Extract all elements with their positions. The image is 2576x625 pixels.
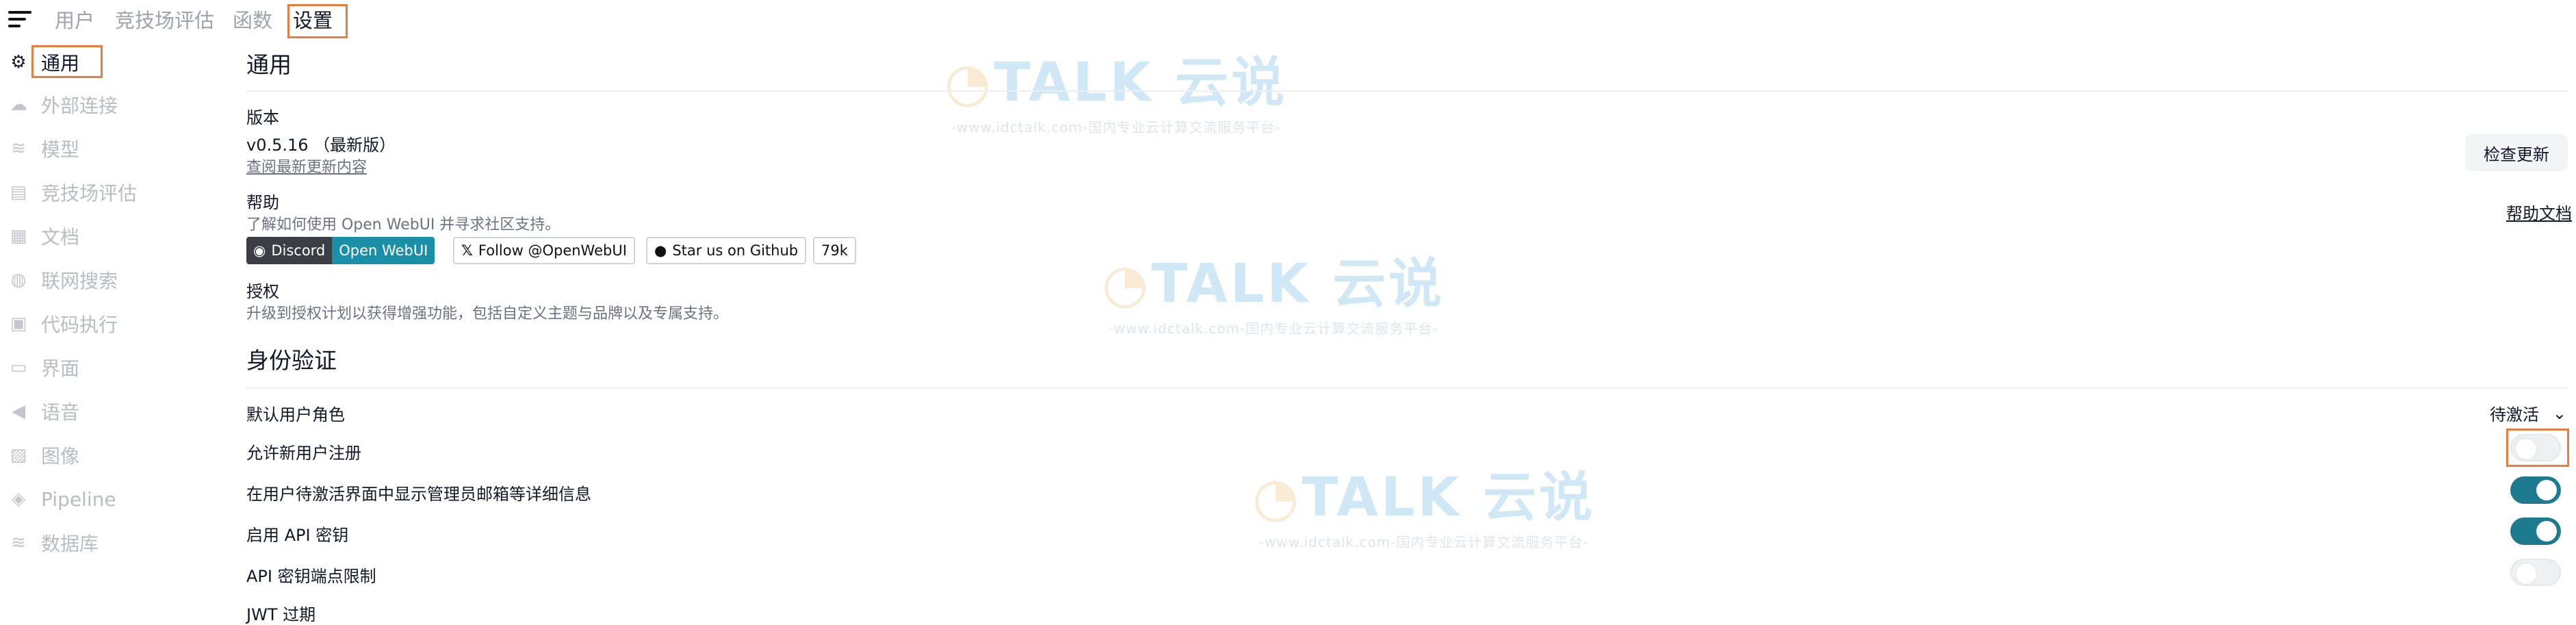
divider bbox=[246, 387, 2568, 389]
jwt-expiry-label: JWT 过期 bbox=[246, 605, 316, 624]
gear-icon: ⚙ bbox=[10, 52, 27, 73]
chevron-down-icon: ⌄ bbox=[2552, 403, 2566, 423]
sidebar-item-interface[interactable]: ▭ 界面 bbox=[8, 352, 79, 383]
discord-icon: ◉ bbox=[253, 242, 266, 259]
show-admin-details-toggle[interactable] bbox=[2510, 476, 2561, 504]
sidebar-item-arena[interactable]: ▤ 竞技场评估 bbox=[8, 177, 137, 208]
sidebar-item-label: 数据库 bbox=[41, 533, 99, 555]
setting-row-label: 启用 API 密钥 bbox=[246, 526, 349, 545]
section-title-general: 通用 bbox=[246, 51, 292, 78]
twitter-badge[interactable]: 𝕏 Follow @OpenWebUI bbox=[453, 237, 635, 264]
sidebar-item-models[interactable]: ≋ 模型 bbox=[8, 133, 79, 164]
highlight-box bbox=[2506, 429, 2569, 467]
sidebar-item-label: 界面 bbox=[41, 357, 80, 380]
sidebar-item-label: 代码执行 bbox=[41, 314, 118, 336]
watermark: ◔TALK 云说 -www.idctalk.com-国内专业云计算交流服务平台- bbox=[944, 52, 1287, 136]
version-value: v0.5.16 （最新版） bbox=[246, 136, 396, 155]
help-docs-link[interactable]: 帮助文档 bbox=[2506, 200, 2572, 224]
layers-icon: ◈ bbox=[12, 489, 25, 509]
database-icon: ≋ bbox=[11, 138, 26, 159]
default-role-value: 待激活 bbox=[2489, 405, 2539, 424]
document-icon: ▤ bbox=[10, 182, 27, 203]
github-icon: ● bbox=[654, 242, 667, 259]
help-description: 了解如何使用 Open WebUI 并寻求社区支持。 bbox=[246, 216, 561, 233]
sidebar-item-label: 外部连接 bbox=[41, 94, 118, 117]
speaker-icon: ◀ bbox=[12, 401, 25, 422]
file-icon: ▦ bbox=[10, 226, 27, 246]
github-stars-badge[interactable]: 79k bbox=[813, 237, 856, 264]
sidebar-item-label: 竞技场评估 bbox=[41, 182, 138, 205]
cloud-icon: ☁ bbox=[10, 94, 27, 115]
section-title-auth: 身份验证 bbox=[246, 347, 337, 374]
monitor-icon: ▭ bbox=[10, 357, 27, 378]
sidebar-item-audio[interactable]: ◀ 语音 bbox=[8, 396, 79, 427]
api-key-endpoint-toggle[interactable] bbox=[2510, 559, 2561, 586]
sidebar-item-code-execution[interactable]: ▣ 代码执行 bbox=[8, 308, 118, 340]
setting-row-label: 允许新用户注册 bbox=[246, 444, 361, 463]
tab-users[interactable]: 用户 bbox=[55, 5, 94, 36]
sidebar-item-label: Pipeline bbox=[41, 487, 116, 511]
watermark: ◔TALK 云说 -www.idctalk.com-国内专业云计算交流服务平台- bbox=[1252, 467, 1595, 550]
sidebar-item-label: 联网搜索 bbox=[41, 270, 118, 292]
github-badge[interactable]: ● Star us on Github bbox=[646, 237, 807, 264]
discord-badge[interactable]: ◉ Discord Open WebUI bbox=[246, 237, 435, 264]
sidebar-item-label: 模型 bbox=[41, 138, 80, 161]
sidebar-item-web-search[interactable]: ◍ 联网搜索 bbox=[8, 264, 118, 296]
terminal-icon: ▣ bbox=[10, 314, 27, 334]
watermark: ◔TALK 云说 -www.idctalk.com-国内专业云计算交流服务平台- bbox=[1102, 253, 1445, 337]
sidebar-item-database[interactable]: ≋ 数据库 bbox=[8, 527, 99, 559]
license-label: 授权 bbox=[246, 282, 279, 301]
api-key-toggle[interactable] bbox=[2510, 518, 2561, 545]
check-update-button[interactable]: 检查更新 bbox=[2465, 134, 2568, 171]
highlight-box bbox=[31, 45, 103, 78]
tab-functions[interactable]: 函数 bbox=[233, 5, 272, 36]
top-navigation: 用户 竞技场评估 函数 设置 bbox=[0, 0, 2576, 42]
sidebar-item-label: 语音 bbox=[41, 401, 80, 424]
menu-icon[interactable] bbox=[8, 11, 31, 31]
default-role-label: 默认用户角色 bbox=[246, 405, 345, 424]
globe-icon: ◍ bbox=[10, 270, 27, 290]
sidebar-item-documents[interactable]: ▦ 文档 bbox=[8, 220, 79, 252]
version-label: 版本 bbox=[246, 108, 279, 127]
divider bbox=[246, 90, 2568, 92]
setting-row-label: 在用户待激活界面中显示管理员邮箱等详细信息 bbox=[246, 485, 591, 504]
database-icon: ≋ bbox=[11, 533, 26, 553]
sidebar-item-label: 图像 bbox=[41, 445, 80, 468]
highlight-box bbox=[287, 4, 348, 38]
help-label: 帮助 bbox=[246, 193, 279, 212]
sidebar-item-pipeline[interactable]: ◈ Pipeline bbox=[8, 483, 116, 515]
license-description: 升级到授权计划以获得增强功能，包括自定义主题与品牌以及专属支持。 bbox=[246, 305, 729, 322]
image-icon: ▨ bbox=[10, 445, 27, 465]
x-icon: 𝕏 bbox=[461, 242, 473, 259]
sidebar-item-label: 文档 bbox=[41, 226, 80, 248]
sidebar-item-images[interactable]: ▨ 图像 bbox=[8, 439, 79, 471]
sidebar-item-connections[interactable]: ☁ 外部连接 bbox=[8, 89, 118, 120]
changelog-link[interactable]: 查阅最新更新内容 bbox=[246, 155, 367, 177]
default-role-select[interactable]: 待激活 ⌄ bbox=[2490, 401, 2566, 425]
setting-row-label: API 密钥端点限制 bbox=[246, 567, 376, 586]
tab-arena[interactable]: 竞技场评估 bbox=[115, 5, 214, 36]
